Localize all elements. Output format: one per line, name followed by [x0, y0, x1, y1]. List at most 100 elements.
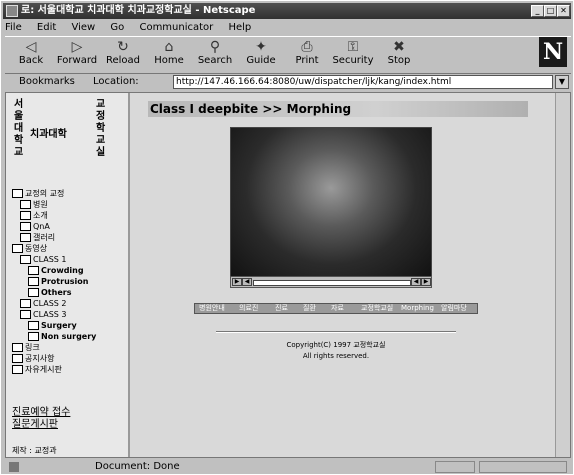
folder-icon — [20, 200, 31, 209]
step-back-icon[interactable]: ◀ — [411, 278, 421, 286]
page-icon — [28, 332, 39, 341]
home-button[interactable]: ⌂ Home — [147, 39, 191, 71]
tree-item[interactable]: Protrusion — [28, 277, 88, 287]
tree-item[interactable]: 소개 — [20, 211, 48, 221]
print-icon: ⎙ — [301, 39, 313, 55]
status-bar: Document: Done — [5, 460, 571, 474]
nav-link[interactable]: Morphing — [401, 304, 434, 313]
play-icon[interactable]: ▶ — [232, 278, 242, 286]
menu-file[interactable]: File — [5, 22, 22, 33]
netscape-app-icon[interactable] — [6, 5, 18, 17]
back-button[interactable]: ◁ Back — [9, 39, 53, 71]
forward-arrow-icon: ▷ — [71, 39, 83, 55]
tree-item[interactable]: 자유게시판 — [12, 365, 62, 375]
section-nav-bar: 병원안내 의료진 진료 질환 자료 교정학교실 Morphing 알림마당 — [194, 303, 478, 314]
folder-icon — [12, 189, 23, 198]
security-button[interactable]: ⚿ Security — [331, 39, 375, 71]
guide-button[interactable]: ✦ Guide — [239, 39, 283, 71]
forward-button[interactable]: ▷ Forward — [55, 39, 99, 71]
sidebar-credit: 제작 : 교정과 — [12, 446, 57, 455]
folder-icon — [20, 255, 31, 264]
page-title: Class I deepbite >> Morphing — [148, 101, 528, 117]
browser-window: 로: 서울대학교 치과대학 치과교정학교실 - Netscape _ □ ✕ F… — [0, 0, 574, 475]
page-icon — [28, 321, 39, 330]
menu-view[interactable]: View — [71, 22, 95, 33]
step-forward-icon[interactable]: ▶ — [421, 278, 431, 286]
location-bar: Bookmarks Location: http://147.46.166.64… — [5, 74, 571, 90]
print-button[interactable]: ⎙ Print — [285, 39, 329, 71]
rewind-icon[interactable]: ◀ — [242, 278, 252, 286]
tree-item[interactable]: CLASS 2 — [20, 299, 67, 309]
folder-icon — [20, 222, 31, 231]
folder-icon — [12, 244, 23, 253]
folder-icon — [20, 211, 31, 220]
reload-icon: ↻ — [117, 39, 129, 55]
stop-button[interactable]: ✖ Stop — [377, 39, 421, 71]
guide-icon: ✦ — [255, 39, 267, 55]
school-logo: 서울대학교 치과대학 교정학교실 — [14, 99, 106, 158]
nav-link[interactable]: 의료진 — [239, 304, 258, 313]
back-arrow-icon: ◁ — [25, 39, 37, 55]
menu-bar: File Edit View Go Communicator Help — [5, 21, 263, 35]
tree-item[interactable]: 교정의 교정 — [12, 189, 64, 199]
security-icon: ⚿ — [347, 39, 359, 55]
tree-item[interactable]: 공지사항 — [12, 354, 54, 364]
folder-icon — [20, 233, 31, 242]
nav-link[interactable]: 병원안내 — [199, 304, 225, 313]
tree-item[interactable]: 링크 — [12, 343, 40, 353]
menu-go[interactable]: Go — [110, 22, 124, 33]
morphing-video[interactable] — [230, 127, 432, 279]
tree-item[interactable]: CLASS 3 — [20, 310, 67, 320]
menu-edit[interactable]: Edit — [37, 22, 56, 33]
tree-item[interactable]: 병원 — [20, 200, 48, 210]
tree-item[interactable]: Crowding — [28, 266, 84, 276]
folder-icon — [20, 310, 31, 319]
reload-button[interactable]: ↻ Reload — [101, 39, 145, 71]
tree-item[interactable]: Others — [28, 288, 71, 298]
status-text: Document: Done — [95, 461, 180, 472]
nav-link[interactable]: 교정학교실 — [361, 304, 393, 313]
folder-icon — [12, 365, 23, 374]
nav-link[interactable]: 질환 — [303, 304, 316, 313]
sidebar-footer-links[interactable]: 진료예약 접수 질문게시판 — [12, 407, 70, 431]
menu-communicator[interactable]: Communicator — [139, 22, 213, 33]
nav-link[interactable]: 자료 — [331, 304, 344, 313]
window-title: 로: 서울대학교 치과대학 치과교정학교실 - Netscape — [21, 5, 256, 16]
minimize-button[interactable]: _ — [531, 5, 544, 17]
nav-link[interactable]: 알림마당 — [441, 304, 467, 313]
navigation-toolbar: ◁ Back ▷ Forward ↻ Reload ⌂ Home ⚲ Search ✦ Gu… — [5, 36, 571, 74]
stop-icon: ✖ — [393, 39, 405, 55]
url-dropdown-icon[interactable]: ▼ — [555, 75, 569, 89]
search-button[interactable]: ⚲ Search — [193, 39, 237, 71]
nav-link[interactable]: 진료 — [275, 304, 288, 313]
tree-item[interactable]: QnA — [20, 222, 50, 232]
component-bar[interactable] — [479, 461, 567, 473]
tree-item[interactable]: Non surgery — [28, 332, 96, 342]
video-seek-bar[interactable] — [253, 280, 411, 286]
folder-icon — [12, 343, 23, 352]
vertical-scrollbar[interactable] — [555, 93, 570, 457]
tree-item[interactable]: 동영상 — [12, 244, 47, 254]
tree-item[interactable]: Surgery — [28, 321, 77, 331]
page-content: 서울대학교 치과대학 교정학교실 교정의 교정 병원 소개 QnA 갤러리 동영… — [5, 92, 571, 458]
menu-help[interactable]: Help — [228, 22, 251, 33]
search-icon: ⚲ — [209, 39, 221, 55]
status-progress — [435, 461, 475, 473]
divider — [216, 331, 456, 333]
bookmarks-button[interactable]: Bookmarks — [19, 74, 75, 90]
left-frame: 서울대학교 치과대학 교정학교실 교정의 교정 병원 소개 QnA 갤러리 동영… — [6, 93, 130, 457]
page-icon — [28, 288, 39, 297]
folder-icon — [12, 354, 23, 363]
title-bar: 로: 서울대학교 치과대학 치과교정학교실 - Netscape _ □ ✕ — [3, 3, 571, 19]
tree-item[interactable]: 갤러리 — [20, 233, 55, 243]
url-field[interactable]: http://147.46.166.64:8080/uw/dispatcher/… — [173, 75, 553, 89]
copyright-text: Copyright(C) 1997 교정학교실 — [286, 341, 386, 349]
netscape-logo-icon[interactable]: N — [539, 37, 567, 67]
rights-text: All rights reserved. — [302, 352, 370, 360]
page-icon — [28, 266, 39, 275]
security-lock-icon[interactable] — [9, 462, 19, 472]
close-button[interactable]: ✕ — [557, 5, 570, 17]
maximize-button[interactable]: □ — [544, 5, 557, 17]
tree-item[interactable]: CLASS 1 — [20, 255, 67, 265]
main-frame: Class I deepbite >> Morphing ▶ ◀ ◀ ▶ 병원안… — [130, 93, 556, 457]
